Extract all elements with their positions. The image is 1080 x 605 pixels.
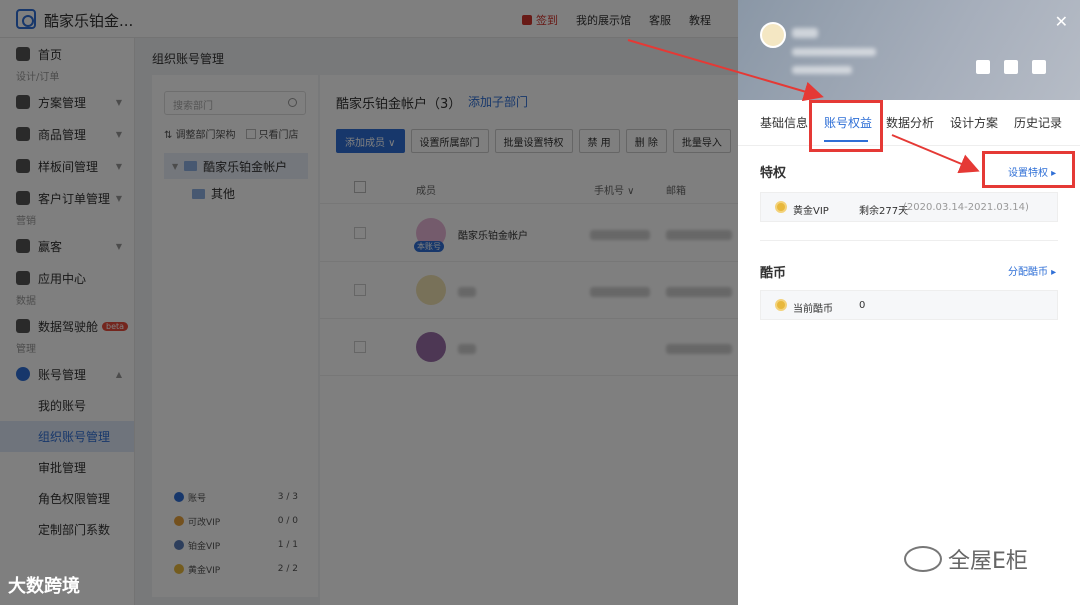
- coin-icon: [775, 299, 787, 311]
- vip-remaining: 剩余277天: [859, 206, 909, 217]
- drawer-header: ✕: [738, 0, 1080, 100]
- detail-redacted: [792, 48, 876, 56]
- close-icon[interactable]: ✕: [1055, 12, 1068, 31]
- divider: [760, 240, 1058, 241]
- highlight-box-privilege: [982, 151, 1075, 188]
- watermark-left-text: 大数跨境: [8, 576, 80, 597]
- highlight-box-tab: [809, 100, 883, 152]
- watermark-left: 大数跨境: [8, 572, 80, 598]
- tab-history[interactable]: 历史记录: [1014, 114, 1062, 131]
- trash-icon[interactable]: [976, 60, 990, 74]
- gold-coin-icon: [775, 201, 787, 213]
- avatar: [760, 22, 786, 48]
- current-coin-value: 0: [859, 300, 866, 311]
- wechat-icon: [904, 546, 942, 572]
- detail-redacted: [792, 66, 852, 74]
- user-disable-icon[interactable]: [1004, 60, 1018, 74]
- drawer-tabs: 基础信息 账号权益 数据分析 设计方案 历史记录: [738, 100, 1080, 146]
- tab-data-analysis[interactable]: 数据分析: [886, 114, 934, 131]
- header-actions: [976, 60, 1046, 74]
- tab-basic-info[interactable]: 基础信息: [760, 114, 808, 131]
- vip-row: 黄金VIP 剩余277天 (2020.03.14-2021.03.14): [760, 192, 1058, 222]
- privilege-title: 特权: [760, 166, 787, 181]
- vip-name: 黄金VIP: [793, 206, 829, 217]
- watermark-right-text: 全屋E柜: [948, 549, 1028, 574]
- coin-row: 当前酷币 0: [760, 290, 1058, 320]
- tab-design-plans[interactable]: 设计方案: [950, 114, 998, 131]
- coin-title: 酷币: [760, 266, 787, 281]
- watermark-right: 全屋E柜: [904, 543, 1028, 575]
- user-transfer-icon[interactable]: [1032, 60, 1046, 74]
- allocate-coin-link[interactable]: 分配酷币 ▸: [1008, 263, 1056, 278]
- current-coin-label: 当前酷币: [793, 304, 833, 315]
- modal-overlay[interactable]: [0, 0, 738, 605]
- account-drawer: ✕ 基础信息 账号权益 数据分析 设计方案 历史记录 特权 设置特权 ▸ 黄金V…: [738, 0, 1080, 605]
- username-redacted: [792, 28, 818, 38]
- vip-range: (2020.03.14-2021.03.14): [903, 202, 1029, 213]
